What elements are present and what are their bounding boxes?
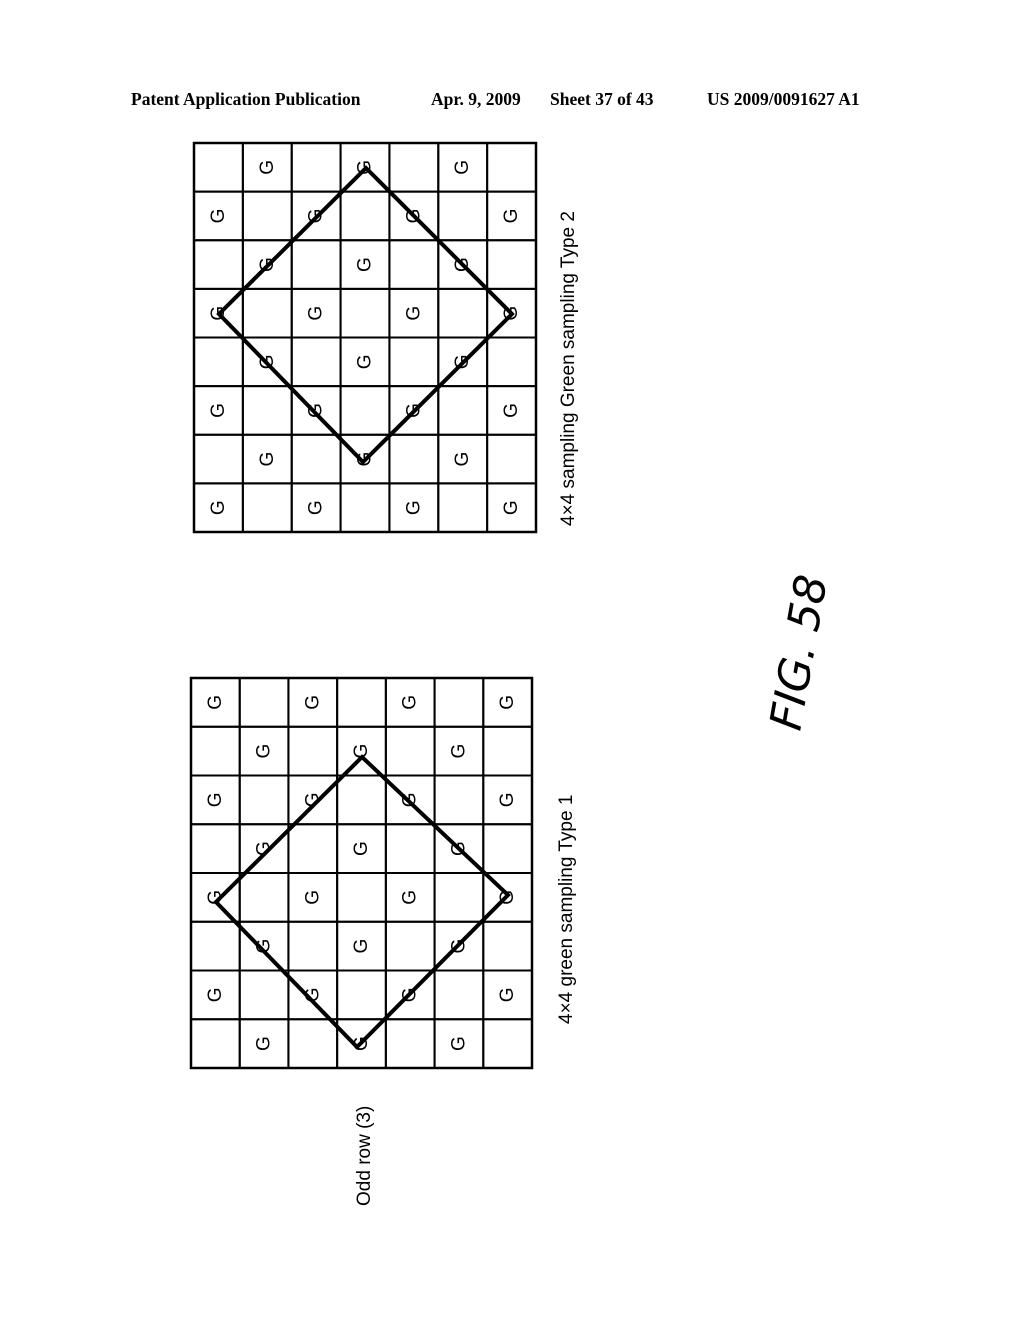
grid-type1: G G G GG G GG G G GG G GG G G GG G GG G G GG G G — [189, 676, 534, 1070]
grid-type2: G G GG G G GG G GG G G GG G GG G G GG G GG G G G — [192, 141, 538, 534]
grid-cell — [290, 142, 342, 193]
green-sample-letter: G — [208, 403, 229, 418]
grid-cell — [433, 969, 485, 1021]
grid-cell — [238, 872, 290, 923]
grid-cell — [290, 336, 342, 388]
grid-cell — [433, 677, 485, 728]
green-sample-letter: G — [208, 500, 229, 515]
grid-cell — [339, 190, 391, 242]
green-sample-letter: G — [452, 160, 473, 175]
grid-cell — [190, 823, 241, 874]
green-sample-letter: G — [355, 257, 376, 272]
grid-cell — [336, 872, 387, 923]
grid-cell — [482, 920, 533, 972]
grid-cell — [339, 482, 391, 533]
grid-cell — [388, 433, 440, 485]
grid-cell — [241, 385, 293, 436]
green-sample-letter: G — [501, 500, 522, 515]
grid-cell — [238, 774, 290, 826]
grid-cell — [190, 1018, 241, 1069]
green-sample-letter: G — [501, 403, 522, 418]
grid-cell — [486, 336, 537, 388]
figure-label: FIG. 58 — [761, 571, 838, 734]
green-sample-letter: G — [257, 160, 278, 175]
green-sample-letter: G — [400, 890, 421, 905]
grid-cell — [290, 433, 342, 485]
green-sample-letter: G — [452, 452, 473, 467]
caption-type1: 4×4 green sampling Type 1 — [556, 795, 577, 1024]
green-sample-letter: G — [208, 209, 229, 224]
sampling-diamond — [213, 754, 511, 1050]
green-sample-letter: G — [302, 695, 323, 710]
green-sample-letter: G — [355, 354, 376, 369]
grid-cell — [437, 482, 489, 533]
grid-cell — [482, 823, 533, 874]
grid-cell — [190, 725, 241, 777]
grid-cell — [486, 142, 537, 193]
green-sample-letter: G — [306, 306, 327, 321]
green-sample-letter: G — [400, 695, 421, 710]
grid-cell — [486, 433, 537, 485]
green-sample-letter: G — [448, 1036, 469, 1051]
grid-cell — [241, 287, 293, 339]
green-sample-letter: G — [403, 500, 424, 515]
grid-cell — [241, 190, 293, 242]
grid-cell — [287, 823, 339, 874]
green-sample-letter: G — [403, 306, 424, 321]
green-sample-letter: G — [351, 841, 372, 856]
grid-cell — [437, 190, 489, 242]
grid-cell — [238, 677, 290, 728]
green-sample-letter: G — [351, 939, 372, 954]
green-sample-letter: G — [501, 209, 522, 224]
grid-cell — [238, 969, 290, 1021]
green-sample-letter: G — [497, 792, 518, 807]
grid-cell — [388, 142, 440, 193]
green-sample-letter: G — [497, 987, 518, 1002]
grid-cell — [433, 872, 485, 923]
grid-cell — [190, 920, 241, 972]
caption-type2: 4×4 sampling Green sampling Type 2 — [558, 211, 579, 526]
grid-cell — [193, 239, 244, 290]
grid-cell — [384, 920, 436, 972]
grid-cell — [388, 239, 440, 290]
odd-row-label: Odd row (3) — [354, 1106, 375, 1206]
green-sample-letter: G — [497, 695, 518, 710]
grid-cell — [290, 239, 342, 290]
grid-cell — [287, 725, 339, 777]
green-sample-letter: G — [205, 987, 226, 1002]
grid-cell — [287, 1018, 339, 1069]
figure-drawing: G G GG G G GG G GG G G GG G GG G G GG G GG G G G G G G GG G GG G G G… — [189, 141, 838, 1206]
grid-cell — [193, 433, 244, 485]
grid-cell — [287, 920, 339, 972]
grid-cell — [241, 482, 293, 533]
grid-cell — [339, 385, 391, 436]
grid-cell — [486, 239, 537, 290]
grid-cell — [437, 385, 489, 436]
grid-cell — [339, 287, 391, 339]
grid-cell — [336, 677, 387, 728]
grid-cell — [193, 336, 244, 388]
grid-cell — [433, 774, 485, 826]
grid-cell — [437, 287, 489, 339]
grid-cell — [336, 774, 387, 826]
grid-cell — [193, 142, 244, 193]
grid-cell — [384, 725, 436, 777]
green-sample-letter: G — [448, 744, 469, 759]
grid-cell — [336, 969, 387, 1021]
green-sample-letter: G — [306, 500, 327, 515]
grid-cell — [384, 1018, 436, 1069]
green-sample-letter: G — [257, 452, 278, 467]
grid-cell — [482, 725, 533, 777]
green-sample-letter: G — [302, 890, 323, 905]
green-sample-letter: G — [205, 695, 226, 710]
grid-cell — [384, 823, 436, 874]
sampling-diamond — [216, 165, 515, 465]
grid-cell — [388, 336, 440, 388]
green-sample-letter: G — [205, 792, 226, 807]
green-sample-letter: G — [254, 1036, 275, 1051]
grid-cell — [482, 1018, 533, 1069]
green-sample-letter: G — [254, 744, 275, 759]
